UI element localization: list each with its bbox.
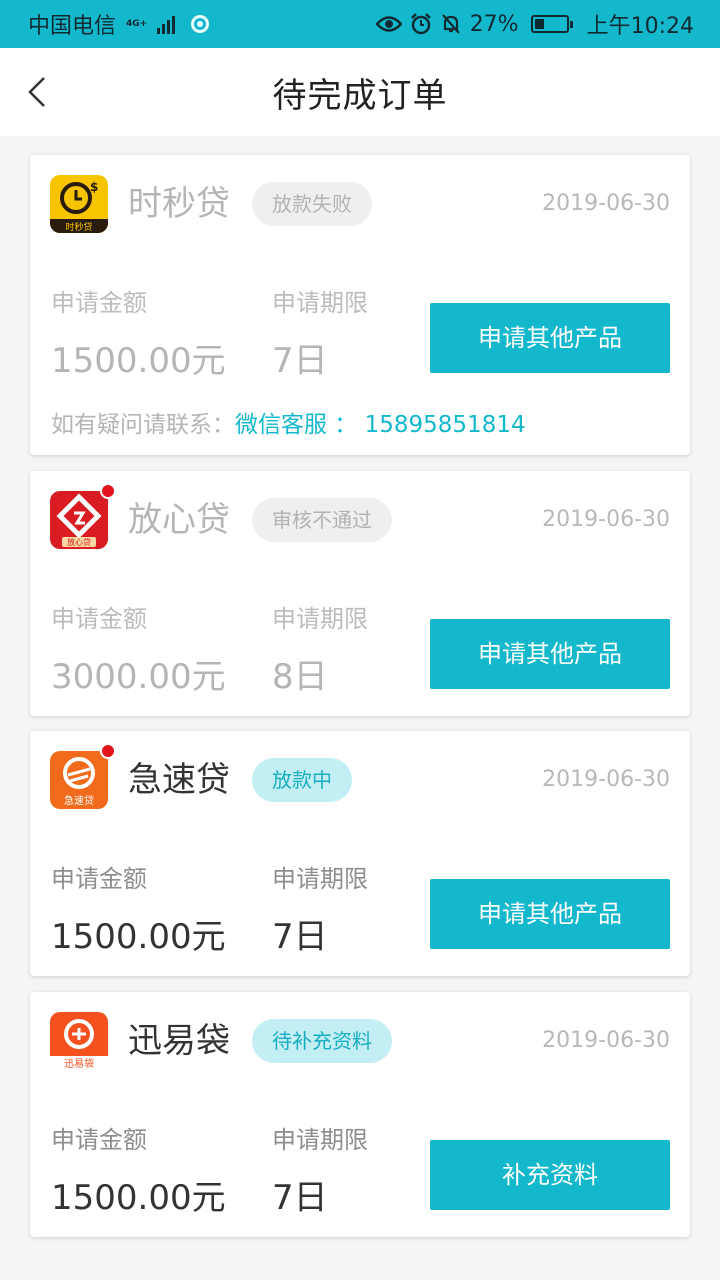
term-label: 申请期限: [272, 865, 368, 893]
order-card[interactable]: 急速贷 急速贷 放款中 2019-06-30 申请金额 申请期限 1500.00…: [30, 731, 690, 976]
xunyidai-logo-icon: 迅易袋: [50, 1012, 108, 1070]
product-name: 放心贷: [128, 500, 230, 540]
battery-percent: 27%: [469, 11, 519, 37]
svg-text:迅易袋: 迅易袋: [64, 1057, 94, 1070]
term-label: 申请期限: [272, 1126, 368, 1154]
contact-info: 如有疑问请联系：微信客服 ： 15895851814: [51, 405, 526, 439]
mute-bell-icon: [440, 13, 462, 35]
product-name: 时秒贷: [128, 184, 230, 224]
product-name: 急速贷: [128, 760, 230, 800]
carrier-label: 中国电信: [28, 14, 117, 39]
order-date: 2019-06-30: [542, 1028, 670, 1053]
sync-icon: [191, 15, 210, 33]
contact-prefix: 如有疑问请联系：: [51, 412, 235, 438]
order-date: 2019-06-30: [542, 191, 670, 216]
alarm-icon: [410, 13, 432, 35]
battery-icon: [530, 15, 573, 33]
nav-bar: 待完成订单: [0, 48, 720, 136]
status-badge: 放款中: [252, 758, 352, 802]
amount-label: 申请金额: [51, 865, 147, 893]
svg-text:放心贷: 放心贷: [67, 537, 91, 547]
order-card[interactable]: 放心贷 放心贷 审核不通过 2019-06-30 申请金额 申请期限 3000.…: [30, 471, 690, 716]
order-date: 2019-06-30: [542, 767, 670, 792]
clock-time: 上午10:24: [586, 14, 694, 39]
status-badge: 待补充资料: [252, 1019, 392, 1063]
product-name: 迅易袋: [128, 1021, 230, 1061]
apply-other-products-button[interactable]: 申请其他产品: [430, 619, 670, 689]
fangxindai-logo-icon: 放心贷: [50, 491, 108, 549]
order-date: 2019-06-30: [542, 507, 670, 532]
jisudai-logo-icon: 急速贷: [50, 751, 108, 809]
order-card[interactable]: $ 时秒贷 时秒贷 放款失败 2019-06-30 申请金额 申请期限 1500…: [30, 155, 690, 455]
wechat-service-link[interactable]: 微信客服 ： 15895851814: [235, 412, 526, 438]
amount-label: 申请金额: [51, 605, 147, 633]
network-type-label: 4G+: [126, 19, 148, 29]
signal-icon: [157, 14, 176, 34]
back-button[interactable]: [22, 72, 62, 112]
amount-value: 1500.00元: [51, 341, 226, 381]
amount-label: 申请金额: [51, 289, 147, 317]
status-badge: 放款失败: [252, 182, 372, 226]
shimiaodai-logo-icon: $ 时秒贷: [50, 175, 108, 233]
status-right: 27% 上午10:24: [375, 8, 694, 40]
svg-text:$: $: [90, 180, 98, 194]
term-value: 7日: [272, 341, 328, 381]
order-card[interactable]: 迅易袋 迅易袋 待补充资料 2019-06-30 申请金额 申请期限 1500.…: [30, 992, 690, 1237]
svg-text:急速贷: 急速贷: [64, 794, 94, 807]
status-left: 中国电信 4G+: [28, 8, 210, 40]
term-label: 申请期限: [272, 289, 368, 317]
term-value: 7日: [272, 1178, 328, 1218]
amount-value: 1500.00元: [51, 1178, 226, 1218]
apply-other-products-button[interactable]: 申请其他产品: [430, 303, 670, 373]
term-value: 7日: [272, 917, 328, 957]
status-bar: 中国电信 4G+ 27% 上午10:24: [0, 0, 720, 48]
chevron-left-icon: [28, 77, 45, 107]
eye-icon: [375, 15, 402, 33]
svg-text:时秒贷: 时秒贷: [65, 221, 92, 233]
term-label: 申请期限: [272, 605, 368, 633]
term-value: 8日: [272, 657, 328, 697]
page-title: 待完成订单: [272, 75, 448, 116]
notification-dot: [100, 743, 116, 759]
amount-value: 3000.00元: [51, 657, 226, 697]
amount-value: 1500.00元: [51, 917, 226, 957]
notification-dot: [100, 483, 116, 499]
amount-label: 申请金额: [51, 1126, 147, 1154]
apply-other-products-button[interactable]: 申请其他产品: [430, 879, 670, 949]
status-badge: 审核不通过: [252, 498, 392, 542]
supplement-info-button[interactable]: 补充资料: [430, 1140, 670, 1210]
